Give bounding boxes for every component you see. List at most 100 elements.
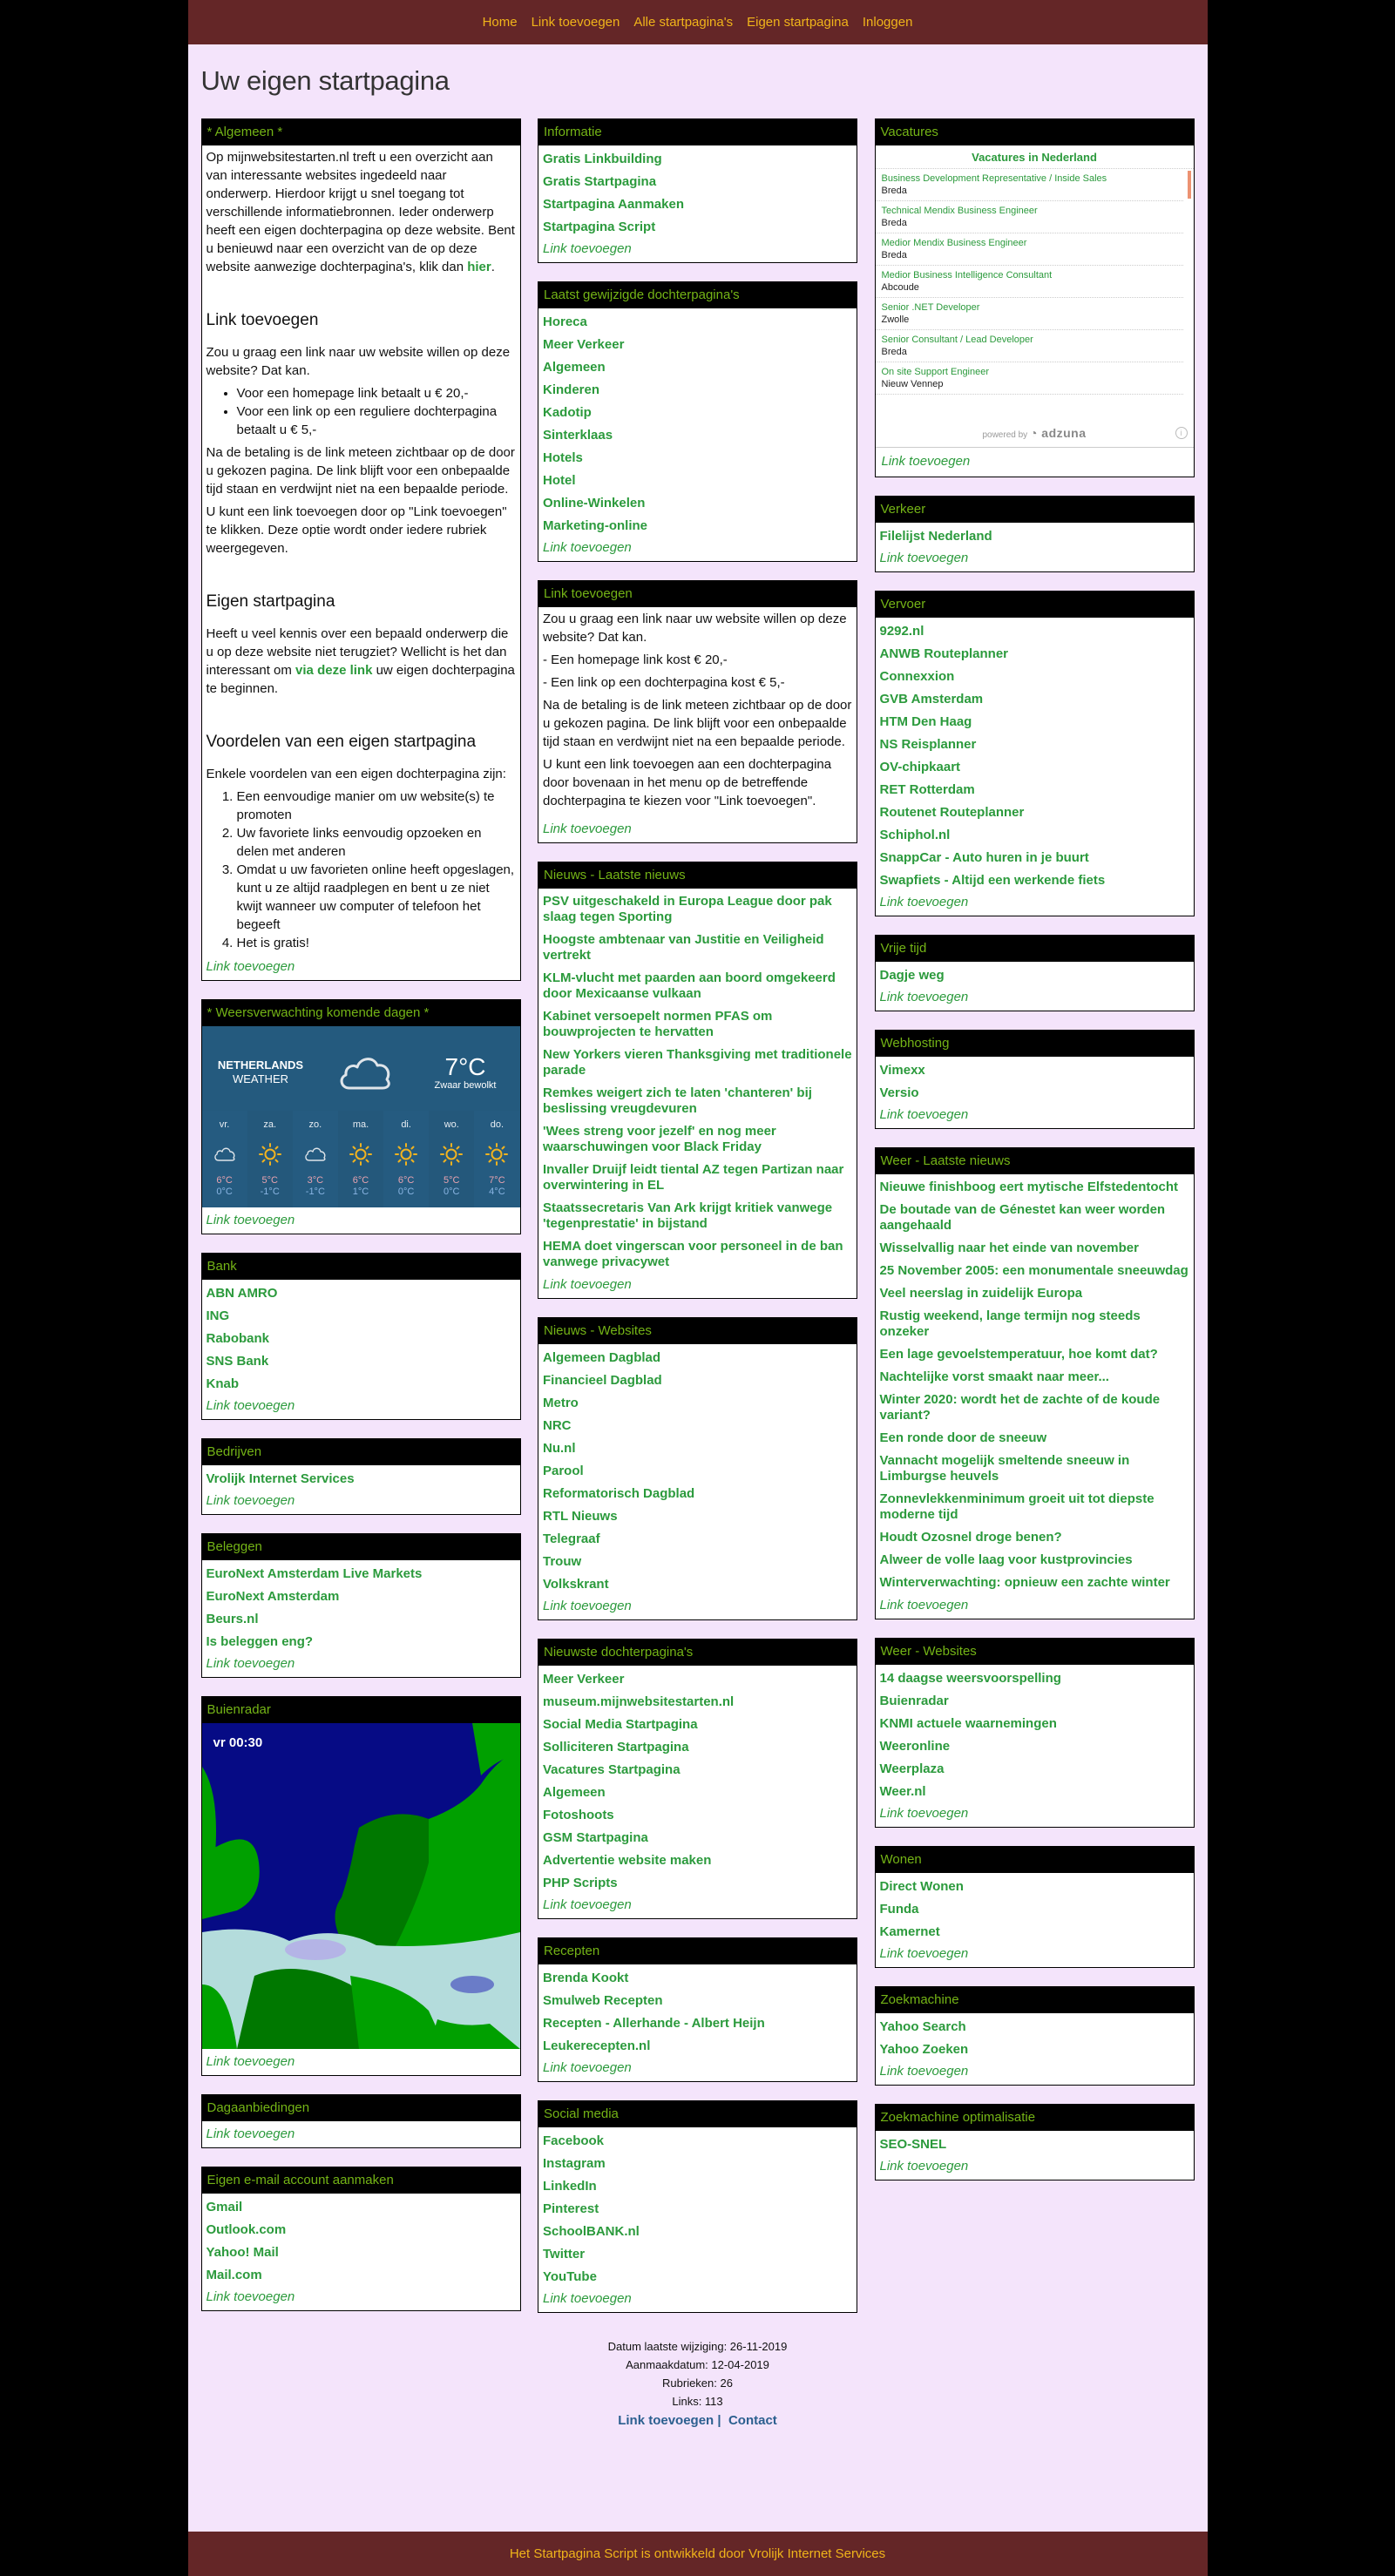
add-link-button[interactable]: Link toevoegen xyxy=(880,1105,1189,1125)
nav-alle-startpaginas[interactable]: Alle startpagina's xyxy=(626,15,740,30)
list-link[interactable]: Algemeen xyxy=(543,356,852,379)
list-link[interactable]: Hotel xyxy=(543,470,852,492)
list-link[interactable]: Social Media Startpagina xyxy=(543,1714,852,1736)
list-link[interactable]: Beurs.nl xyxy=(207,1608,516,1631)
list-link[interactable]: ABN AMRO xyxy=(207,1282,516,1305)
list-link[interactable]: Swapfiets - Altijd een werkende fiets xyxy=(880,869,1189,892)
via-deze-link[interactable]: via deze link xyxy=(295,663,372,678)
add-link-button[interactable]: Link toevoegen xyxy=(880,1803,1189,1823)
scrollbar-thumb[interactable] xyxy=(1187,171,1191,199)
add-link-button[interactable]: Link toevoegen xyxy=(880,1595,1189,1615)
list-link[interactable]: Metro xyxy=(543,1392,852,1415)
add-link-button[interactable]: Link toevoegen xyxy=(207,1396,516,1416)
list-link[interactable]: Smulweb Recepten xyxy=(543,1990,852,2012)
add-link-button[interactable]: Link toevoegen xyxy=(543,1274,852,1295)
list-link[interactable]: Hoogste ambtenaar van Justitie en Veilig… xyxy=(543,930,852,968)
list-link[interactable]: Vannacht mogelijk smeltende sneeuw in Li… xyxy=(880,1450,1189,1489)
add-link-button[interactable]: Link toevoegen xyxy=(882,451,1188,471)
list-link[interactable]: Alweer de volle laag voor kustprovincies xyxy=(880,1550,1189,1572)
add-link-button[interactable]: Link toevoegen xyxy=(880,1944,1189,1964)
list-link[interactable]: Hotels xyxy=(543,447,852,470)
list-link[interactable]: Yahoo Zoeken xyxy=(880,2038,1189,2061)
footer-contact[interactable]: Contact xyxy=(728,2413,777,2428)
list-link[interactable]: KNMI actuele waarnemingen xyxy=(880,1713,1189,1735)
list-link[interactable]: Algemeen Dagblad xyxy=(543,1347,852,1369)
list-link[interactable]: Schiphol.nl xyxy=(880,824,1189,847)
add-link-button[interactable]: Link toevoegen xyxy=(543,1596,852,1616)
list-link[interactable]: Marketing-online xyxy=(543,515,852,538)
rain-radar-map[interactable]: vr 00:30 xyxy=(201,1723,520,2049)
list-link[interactable]: Meer Verkeer xyxy=(543,334,852,356)
job-title-link[interactable]: On site Support Engineer xyxy=(882,366,1173,378)
list-link[interactable]: Funda xyxy=(880,1898,1189,1921)
add-link-button[interactable]: Link toevoegen xyxy=(207,1491,516,1511)
list-link[interactable]: Volkskrant xyxy=(543,1573,852,1596)
add-link-button[interactable]: Link toevoegen xyxy=(207,957,516,977)
list-link[interactable]: Horeca xyxy=(543,311,852,334)
weather-widget[interactable]: NETHERLANDS WEATHER 7°C Zwaar bewolkt vr… xyxy=(201,1026,520,1207)
list-link[interactable]: Nachtelijke vorst smaakt naar meer... xyxy=(880,1367,1189,1389)
list-link[interactable]: Pinterest xyxy=(543,2198,852,2221)
list-link[interactable]: NS Reisplanner xyxy=(880,734,1189,756)
nav-link-toevoegen[interactable]: Link toevoegen xyxy=(525,15,627,30)
list-link[interactable]: KLM-vlucht met paarden aan boord omgekee… xyxy=(543,968,852,1006)
list-link[interactable]: Online-Winkelen xyxy=(543,492,852,515)
list-link[interactable]: Vimexx xyxy=(880,1059,1189,1082)
list-link[interactable]: Facebook xyxy=(543,2130,852,2153)
list-link[interactable]: Versio xyxy=(880,1082,1189,1105)
nav-eigen-startpagina[interactable]: Eigen startpagina xyxy=(740,15,856,30)
list-link[interactable]: Gmail xyxy=(207,2196,516,2219)
job-title-link[interactable]: Technical Mendix Business Engineer xyxy=(882,205,1173,217)
nav-home[interactable]: Home xyxy=(476,15,525,30)
add-link-button[interactable]: Link toevoegen xyxy=(880,548,1189,568)
list-link[interactable]: Wisselvallig naar het einde van november xyxy=(880,1238,1189,1261)
list-link[interactable]: Rabobank xyxy=(207,1328,516,1350)
list-link[interactable]: Kabinet versoepelt normen PFAS om bouwpr… xyxy=(543,1006,852,1045)
list-link[interactable]: Weerplaza xyxy=(880,1758,1189,1781)
list-link[interactable]: Leukerecepten.nl xyxy=(543,2035,852,2058)
job-title-link[interactable]: Senior .NET Developer xyxy=(882,301,1173,314)
list-link[interactable]: Remkes weigert zich te laten 'chanteren'… xyxy=(543,1083,852,1121)
list-link[interactable]: OV-chipkaart xyxy=(880,756,1189,779)
list-link[interactable]: Rustig weekend, lange termijn nog steeds… xyxy=(880,1306,1189,1344)
list-link[interactable]: RTL Nieuws xyxy=(543,1505,852,1528)
list-link[interactable]: Recepten - Allerhande - Albert Heijn xyxy=(543,2012,852,2035)
list-link[interactable]: Gratis Startpagina xyxy=(543,171,852,193)
add-link-button[interactable]: Link toevoegen xyxy=(880,2156,1189,2176)
footer-link-toevoegen[interactable]: Link toevoegen xyxy=(618,2413,714,2428)
list-link[interactable]: SEO-SNEL xyxy=(880,2133,1189,2156)
list-link[interactable]: Kadotip xyxy=(543,402,852,424)
list-link[interactable]: NRC xyxy=(543,1415,852,1437)
job-title-link[interactable]: Medior Mendix Business Engineer xyxy=(882,237,1173,249)
list-link[interactable]: PHP Scripts xyxy=(543,1872,852,1895)
add-link-button[interactable]: Link toevoegen xyxy=(543,239,852,259)
list-link[interactable]: Houdt Ozosnel droge benen? xyxy=(880,1527,1189,1550)
info-icon[interactable]: i xyxy=(1175,427,1188,439)
list-link[interactable]: Vrolijk Internet Services xyxy=(207,1468,516,1491)
list-link[interactable]: Trouw xyxy=(543,1551,852,1573)
list-link[interactable]: Kinderen xyxy=(543,379,852,402)
nav-inloggen[interactable]: Inloggen xyxy=(856,15,920,30)
list-link[interactable]: Startpagina Aanmaken xyxy=(543,193,852,216)
hier-link[interactable]: hier xyxy=(467,260,491,274)
list-link[interactable]: Filelijst Nederland xyxy=(880,525,1189,548)
list-link[interactable]: Nu.nl xyxy=(543,1437,852,1460)
list-link[interactable]: museum.mijnwebsitestarten.nl xyxy=(543,1691,852,1714)
list-link[interactable]: Buienradar xyxy=(880,1690,1189,1713)
list-link[interactable]: Weer.nl xyxy=(880,1781,1189,1803)
list-link[interactable]: 9292.nl xyxy=(880,620,1189,643)
list-link[interactable]: Connexxion xyxy=(880,666,1189,688)
list-link[interactable]: Invaller Druijf leidt tiental AZ tegen P… xyxy=(543,1160,852,1198)
list-link[interactable]: GVB Amsterdam xyxy=(880,688,1189,711)
list-link[interactable]: Instagram xyxy=(543,2153,852,2175)
list-link[interactable]: Twitter xyxy=(543,2243,852,2266)
list-link[interactable]: De boutade van de Génestet kan weer word… xyxy=(880,1200,1189,1238)
list-link[interactable]: Telegraaf xyxy=(543,1528,852,1551)
list-link[interactable]: Direct Wonen xyxy=(880,1876,1189,1898)
list-link[interactable]: ANWB Routeplanner xyxy=(880,643,1189,666)
add-link-button[interactable]: Link toevoegen xyxy=(207,2124,516,2144)
add-link-button[interactable]: Link toevoegen xyxy=(543,2289,852,2309)
list-link[interactable]: Gratis Linkbuilding xyxy=(543,148,852,171)
list-link[interactable]: EuroNext Amsterdam Live Markets xyxy=(207,1563,516,1585)
add-link-button[interactable]: Link toevoegen xyxy=(543,1895,852,1915)
